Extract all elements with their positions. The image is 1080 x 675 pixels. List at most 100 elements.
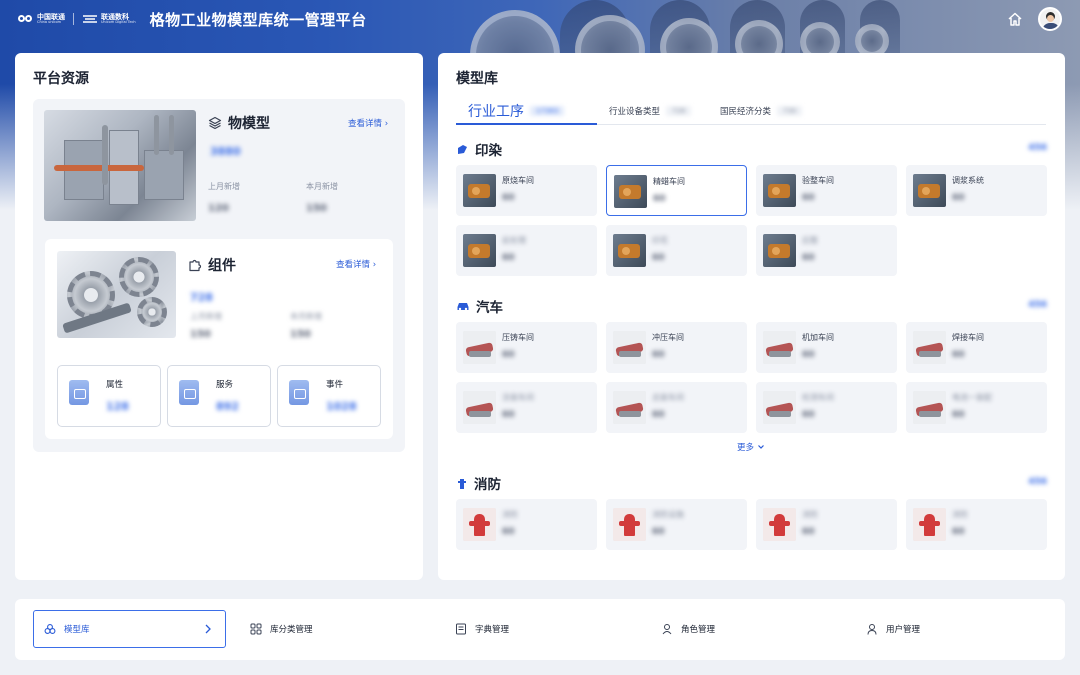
nav-label: 角色管理 bbox=[681, 625, 716, 635]
component-label: 组件 bbox=[208, 258, 236, 274]
tile-name: 机加车间 bbox=[802, 333, 834, 342]
component-header: 组件 bbox=[188, 255, 236, 275]
component-card: 组件 查看详情 › 728 上月新增 本月新增 150 150 属性 128 服… bbox=[45, 239, 393, 439]
tile-name: 前处理 bbox=[502, 236, 526, 245]
tile-name: 后整 bbox=[802, 236, 818, 245]
service-box[interactable]: 服务 892 bbox=[167, 365, 271, 427]
tile-value: 60 bbox=[652, 410, 665, 420]
model-tile[interactable]: 精蜡车间 60 bbox=[606, 165, 747, 216]
tile-value: 60 bbox=[952, 410, 965, 420]
model-tile[interactable]: 前处理 60 bbox=[456, 225, 597, 276]
model-tile[interactable]: 消防 60 bbox=[906, 499, 1047, 550]
model-tile[interactable]: 涂装车间 60 bbox=[456, 382, 597, 433]
tile-name: 压铸车间 bbox=[502, 333, 534, 342]
model-tile[interactable]: 原烧车间 60 bbox=[456, 165, 597, 216]
unicom-digital-logo: 联通数科 Unicom Digital Tech bbox=[82, 13, 136, 25]
tile-thumbnail bbox=[913, 508, 946, 541]
tab-economy-class[interactable]: 国民经济分类 730 bbox=[720, 97, 803, 125]
attribute-box[interactable]: 属性 128 bbox=[57, 365, 161, 427]
nav-label: 字典管理 bbox=[475, 625, 510, 635]
event-box[interactable]: 事件 1028 bbox=[277, 365, 381, 427]
tile-value: 60 bbox=[652, 253, 665, 263]
tile-value: 60 bbox=[952, 350, 965, 360]
thing-model-stat-label-0: 上月新增 bbox=[208, 182, 240, 191]
model-tile[interactable]: 压铸车间 60 bbox=[456, 322, 597, 373]
user-icon bbox=[867, 624, 877, 635]
home-icon[interactable] bbox=[1006, 10, 1024, 28]
top-bar: 中国联通 China unicom 联通数科 Unicom Digital Te… bbox=[0, 0, 1080, 38]
nav-category-management[interactable]: 库分类管理 bbox=[250, 610, 313, 648]
tile-name: 消防 bbox=[952, 510, 968, 519]
tab-industry-process[interactable]: 行业工序 17383 bbox=[468, 97, 565, 125]
model-tile[interactable]: 消防 60 bbox=[756, 499, 897, 550]
section-count: 456 bbox=[1028, 143, 1047, 153]
component-detail-link[interactable]: 查看详情 › bbox=[336, 258, 376, 270]
nav-model-library[interactable]: 模型库 bbox=[33, 610, 226, 648]
service-doc-icon bbox=[179, 380, 199, 405]
tile-value: 60 bbox=[502, 253, 515, 263]
nav-dictionary-management[interactable]: 字典管理 bbox=[455, 610, 509, 648]
tile-thumbnail bbox=[763, 391, 796, 424]
tile-value: 60 bbox=[952, 527, 965, 537]
model-tile[interactable]: 电池一装配 60 bbox=[906, 382, 1047, 433]
section-title: 消防 bbox=[474, 477, 501, 493]
tab-equipment-type[interactable]: 行业设备类型 728 bbox=[609, 97, 692, 125]
thing-model-detail-link[interactable]: 查看详情 › bbox=[348, 117, 388, 129]
puzzle-icon bbox=[189, 259, 202, 272]
model-library-card: 模型库 行业工序 17383 行业设备类型 728 国民经济分类 730 印染 … bbox=[438, 53, 1065, 580]
logo-divider bbox=[73, 13, 74, 25]
logo-group: 中国联通 China unicom 联通数科 Unicom Digital Te… bbox=[18, 13, 136, 25]
component-image bbox=[57, 251, 176, 338]
model-library-tabs: 行业工序 17383 行业设备类型 728 国民经济分类 730 bbox=[456, 97, 1046, 125]
tile-name: 消防 bbox=[802, 510, 818, 519]
tile-name: 精蜡车间 bbox=[653, 177, 685, 186]
tile-thumbnail bbox=[463, 174, 496, 207]
tile-value: 60 bbox=[502, 527, 515, 537]
platform-resources-card: 平台资源 物模型 查看详情 › 3880 上月新增 本月新增 120 150 组… bbox=[15, 53, 423, 580]
event-value: 1028 bbox=[326, 400, 357, 413]
tile-name: 消防设施 bbox=[652, 510, 684, 519]
resource-panel: 物模型 查看详情 › 3880 上月新增 本月新增 120 150 组件 查看详… bbox=[33, 99, 405, 452]
tile-value: 60 bbox=[952, 193, 965, 203]
section-title: 汽车 bbox=[476, 300, 503, 316]
thing-model-stat-value-1: 150 bbox=[306, 203, 327, 214]
nav-label: 用户管理 bbox=[886, 625, 921, 635]
app-title: 格物工业物模型库统一管理平台 bbox=[149, 10, 367, 29]
avatar[interactable] bbox=[1038, 7, 1062, 31]
tile-thumbnail bbox=[763, 234, 796, 267]
tile-thumbnail bbox=[463, 391, 496, 424]
model-tile[interactable]: 验整车间 60 bbox=[756, 165, 897, 216]
model-lib-icon bbox=[44, 624, 56, 634]
model-tile[interactable]: 机加车间 60 bbox=[756, 322, 897, 373]
model-tile[interactable]: 印花 60 bbox=[606, 225, 747, 276]
tab-label: 国民经济分类 bbox=[720, 107, 772, 117]
model-tile[interactable]: 总装车间 60 bbox=[606, 382, 747, 433]
chevron-right-icon bbox=[205, 624, 211, 634]
model-tile[interactable]: 冲压车间 60 bbox=[606, 322, 747, 373]
model-library-title: 模型库 bbox=[456, 71, 498, 87]
model-tile[interactable]: 消防设施 60 bbox=[606, 499, 747, 550]
tab-count: 728 bbox=[666, 106, 692, 116]
more-link[interactable]: 更多 bbox=[737, 441, 765, 453]
tile-value: 60 bbox=[652, 527, 665, 537]
tile-thumbnail bbox=[463, 234, 496, 267]
tile-thumbnail bbox=[763, 331, 796, 364]
nav-role-management[interactable]: 角色管理 bbox=[661, 610, 715, 648]
tile-value: 60 bbox=[502, 350, 515, 360]
model-tile[interactable]: 焊接车间 60 bbox=[906, 322, 1047, 373]
tile-name: 总装车间 bbox=[652, 393, 684, 402]
nav-user-management[interactable]: 用户管理 bbox=[866, 610, 920, 648]
role-icon bbox=[662, 624, 672, 635]
model-tile[interactable]: 调浆系统 60 bbox=[906, 165, 1047, 216]
model-tile[interactable]: 后整 60 bbox=[756, 225, 897, 276]
tile-value: 60 bbox=[502, 410, 515, 420]
component-stat-value-1: 150 bbox=[290, 329, 311, 340]
attribute-label: 属性 bbox=[106, 380, 124, 390]
logo2-en: Unicom Digital Tech bbox=[101, 19, 136, 24]
tile-value: 60 bbox=[652, 350, 665, 360]
model-tile[interactable]: 检测车间 60 bbox=[756, 382, 897, 433]
service-label: 服务 bbox=[216, 380, 234, 390]
model-tile[interactable]: 消防 60 bbox=[456, 499, 597, 550]
tile-name: 焊接车间 bbox=[952, 333, 984, 342]
platform-resources-title: 平台资源 bbox=[33, 71, 89, 87]
